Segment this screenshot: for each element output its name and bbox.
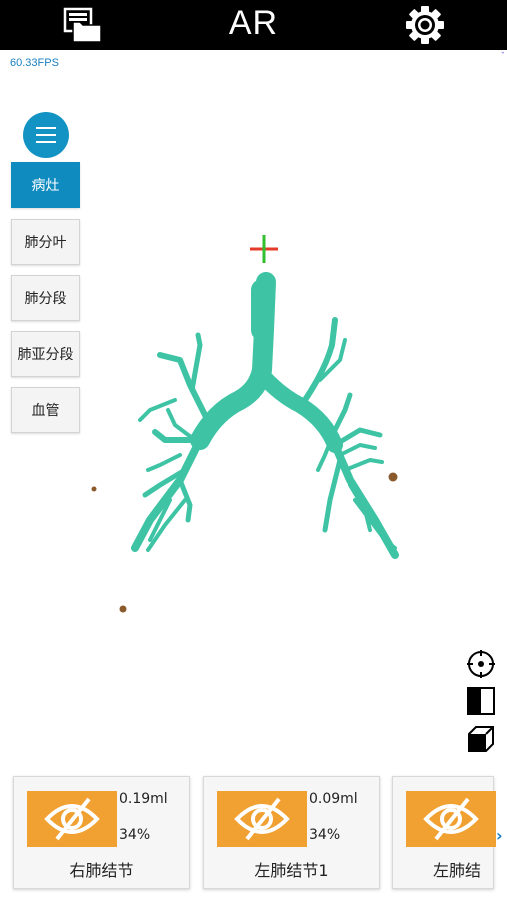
nodule-marker [119, 605, 127, 613]
cube-icon[interactable] [466, 724, 496, 754]
nav-item-lesion[interactable]: 病灶 [11, 162, 80, 208]
hide-eye-button[interactable] [27, 791, 117, 847]
nav-item-label: 病灶 [31, 178, 60, 194]
eye-slash-icon [234, 797, 290, 841]
scroll-right-icon[interactable]: › [496, 826, 503, 845]
nav-item-label: 肺亚分段 [17, 347, 74, 363]
nodule-percent: 34% [309, 827, 341, 843]
nodule-card[interactable]: 0.19ml 34% 右肺结节 [13, 776, 190, 889]
nodule-card[interactable]: 0.09ml 34% 左肺结节1 [203, 776, 380, 889]
eye-slash-icon [423, 797, 479, 841]
nav-item-subsegments[interactable]: 肺亚分段 [11, 331, 80, 377]
crosshair-icon [250, 235, 278, 263]
hide-eye-button[interactable] [217, 791, 307, 847]
nav-item-label: 血管 [31, 403, 60, 419]
nodule-name: 左肺结节1 [254, 861, 329, 880]
eye-slash-icon [44, 797, 100, 841]
airway-tree [131, 272, 399, 559]
nodule-percent: 34% [119, 827, 151, 843]
hamburger-menu-icon[interactable] [23, 112, 69, 158]
nodule-name: 右肺结节 [69, 861, 134, 880]
nodule-card[interactable]: 左肺结 [392, 776, 496, 889]
nav-item-label: 肺分段 [24, 291, 67, 307]
nav-item-label: 肺分叶 [24, 235, 67, 251]
nodule-volume: 0.09ml [309, 791, 358, 807]
hide-eye-button[interactable] [406, 791, 496, 847]
nav-item-lobes[interactable]: 肺分叶 [11, 219, 80, 265]
nodule-card-list[interactable]: 0.19ml 34% 右肺结节 0.09ml 34% 左肺结节1 左肺结 [0, 772, 507, 896]
airway-3d-view[interactable] [0, 0, 507, 900]
nav-item-vessels[interactable]: 血管 [11, 387, 80, 433]
nodule-name: 左肺结 [433, 861, 482, 880]
target-icon[interactable] [466, 649, 496, 679]
nodule-marker [91, 486, 97, 492]
nav-item-segments[interactable]: 肺分段 [11, 275, 80, 321]
nodule-marker [388, 472, 398, 482]
nodule-volume: 0.19ml [119, 791, 168, 807]
contrast-icon[interactable] [466, 686, 496, 716]
